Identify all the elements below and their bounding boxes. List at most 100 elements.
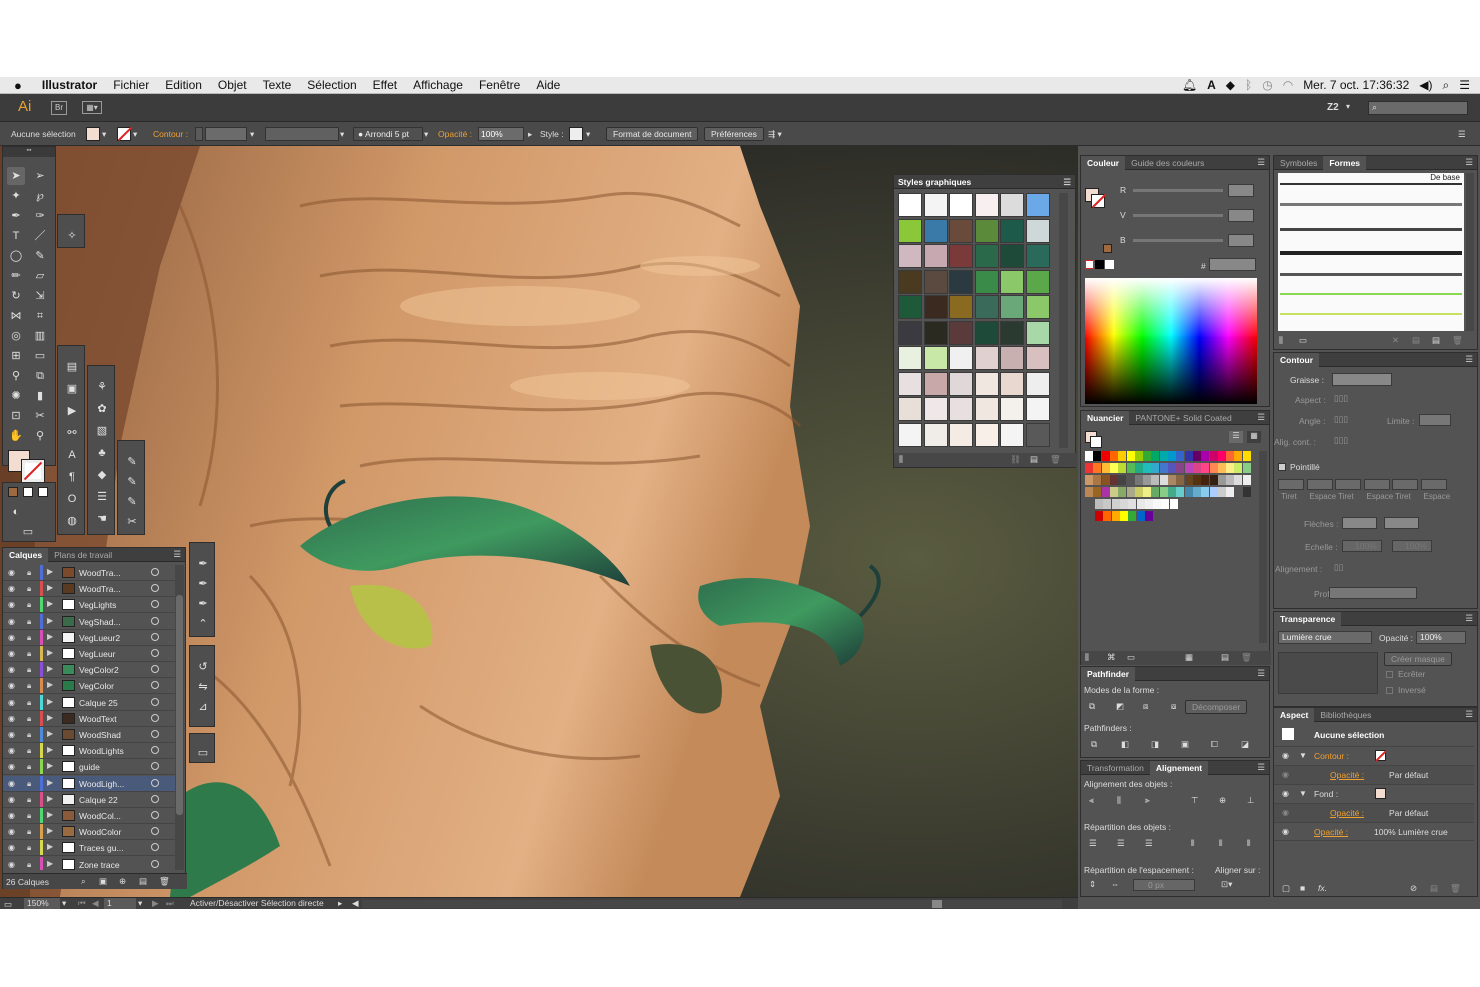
contour-twirl-icon[interactable]: ▼ <box>1299 751 1307 760</box>
color-swatch[interactable] <box>1093 451 1102 461</box>
graphic-style-swatch[interactable] <box>1025 422 1050 447</box>
color-swatch[interactable] <box>1101 463 1110 473</box>
clipping-mask-icon[interactable]: ▣ <box>99 876 107 887</box>
merge-icon[interactable]: ◨ <box>1151 739 1159 750</box>
graphic-style-swatch[interactable] <box>974 218 999 243</box>
flyout-doc-icon[interactable]: ▤ <box>63 358 81 376</box>
layer-lock-icon[interactable]: 🔒︎ <box>27 617 31 627</box>
color-swatch[interactable] <box>1234 451 1243 461</box>
color-swatch[interactable] <box>1111 511 1120 521</box>
notification-bell-icon[interactable]: 🔔︎ <box>1182 78 1197 92</box>
graphic-style-swatch[interactable] <box>1025 218 1050 243</box>
opacity3-eye-icon[interactable]: ◉ <box>1282 827 1289 836</box>
layer-expand-icon[interactable]: ▶ <box>47 842 53 851</box>
align-stroke-icons[interactable]: ▯▯▯ <box>1334 435 1348 446</box>
graphic-style-swatch[interactable] <box>949 244 973 268</box>
color-swatch[interactable] <box>1093 463 1102 473</box>
outline-icon[interactable]: ⧠ <box>1211 739 1218 750</box>
layer-name[interactable]: WoodColor <box>79 827 121 837</box>
layer-visibility-eye-icon[interactable]: ◉ <box>8 779 18 788</box>
tab-pantone[interactable]: PANTONE+ Solid Coated <box>1129 413 1237 423</box>
flyout-style-icon[interactable]: ▧ <box>93 422 111 440</box>
color-swatch[interactable] <box>1085 463 1093 473</box>
scroll-left-icon[interactable]: ◀ <box>352 898 359 909</box>
color-swatch[interactable] <box>1209 487 1218 497</box>
tab-aspect[interactable]: Aspect <box>1274 707 1315 722</box>
brush-row-7[interactable] <box>1280 313 1462 315</box>
layer-target-icon[interactable] <box>151 713 159 722</box>
grid-view-icon[interactable]: ▦ <box>1247 431 1261 443</box>
line-tool-icon[interactable]: ／ <box>31 227 49 245</box>
lasso-tool-icon[interactable]: ℘ <box>31 187 49 205</box>
align-left-icon[interactable]: ⫷ <box>1089 795 1094 806</box>
locate-object-icon[interactable]: ⌕ <box>81 876 86 887</box>
graphic-style-swatch[interactable] <box>898 346 922 370</box>
preferences-button[interactable]: Préférences <box>704 127 764 141</box>
layer-visibility-eye-icon[interactable]: ◉ <box>8 633 18 642</box>
layers-panel-menu-icon[interactable]: ☰ <box>173 549 185 560</box>
graphic-style-swatch[interactable] <box>974 397 999 421</box>
graphic-style-swatch[interactable] <box>949 371 973 396</box>
add-fill-icon[interactable]: ■ <box>1300 883 1305 893</box>
layer-name[interactable]: Traces gu... <box>79 843 124 853</box>
layer-target-icon[interactable] <box>151 762 159 771</box>
layer-lock-icon[interactable]: 🔒︎ <box>27 827 31 837</box>
none-mode-button[interactable] <box>38 487 48 497</box>
color-swatch[interactable] <box>1136 511 1145 521</box>
dashed-checkbox[interactable] <box>1278 463 1286 471</box>
delete-brush-icon[interactable]: 🗑︎ <box>1452 335 1463 346</box>
black-color-swatch[interactable] <box>1095 260 1104 269</box>
color-stroke-swatch[interactable] <box>1091 193 1107 209</box>
color-swatch[interactable] <box>1242 451 1251 461</box>
layer-expand-icon[interactable]: ▶ <box>47 826 53 835</box>
layer-row[interactable]: ◉ 🔒︎ ▶ WoodColor <box>3 824 175 841</box>
align-vcenter-icon[interactable]: ⊕ <box>1219 795 1226 806</box>
limit-field[interactable] <box>1419 414 1451 426</box>
layer-row[interactable]: ◉ 🔒︎ ▶ WoodTra... <box>3 581 175 598</box>
layer-visibility-eye-icon[interactable]: ◉ <box>8 795 18 804</box>
dash-field[interactable] <box>1278 479 1304 490</box>
arrange-icon[interactable]: ⇶ ▾ <box>768 127 782 141</box>
layer-row[interactable]: ◉ 🔒︎ ▶ WoodLights <box>3 743 175 760</box>
horizontal-spacing-icon[interactable]: ⇔ <box>1111 879 1120 889</box>
bridge-button[interactable]: Br <box>51 101 67 115</box>
graphic-style-swatch[interactable] <box>1025 397 1050 421</box>
vertical-spacing-icon[interactable]: ⇕ <box>1089 879 1096 890</box>
color-swatch[interactable] <box>1159 475 1168 485</box>
color-swatch[interactable] <box>1176 463 1185 473</box>
type-tool-icon[interactable]: T <box>7 227 25 245</box>
flyout-pen1-icon[interactable]: ✒ <box>194 555 212 573</box>
graphic-style-swatch[interactable] <box>923 422 948 447</box>
layer-name[interactable]: WoodLights <box>79 746 124 756</box>
color-swatch[interactable] <box>1093 475 1102 485</box>
color-swatch[interactable] <box>1119 499 1128 509</box>
layer-visibility-eye-icon[interactable]: ◉ <box>8 617 18 626</box>
zoom-chevron-icon[interactable]: ▾ <box>62 898 66 909</box>
color-swatch[interactable] <box>1184 487 1193 497</box>
prev-artboard-icon[interactable]: ◀ <box>92 898 99 909</box>
layer-lock-icon[interactable]: 🔒︎ <box>27 762 31 772</box>
layer-row[interactable]: ◉ 🔒︎ ▶ WoodTra... <box>3 565 175 581</box>
workspace-switcher[interactable]: Z2 <box>1327 102 1339 113</box>
tab-formes[interactable]: Formes <box>1323 155 1367 170</box>
layer-visibility-eye-icon[interactable]: ◉ <box>8 730 18 739</box>
graphic-style-swatch[interactable] <box>898 295 922 319</box>
brushes-menu-icon[interactable]: ☰ <box>1465 157 1477 168</box>
color-swatch[interactable] <box>1226 451 1235 461</box>
color-swatch[interactable] <box>1136 499 1145 509</box>
layer-target-icon[interactable] <box>151 697 159 706</box>
menu-affichage[interactable]: Affichage <box>405 78 471 92</box>
cap-buttons-icon[interactable]: ▯▯▯ <box>1334 393 1348 404</box>
layer-row[interactable]: ◉ 🔒︎ ▶ WoodShad <box>3 727 175 743</box>
layer-lock-icon[interactable]: 🔒︎ <box>27 746 31 756</box>
layer-lock-icon[interactable]: 🔒︎ <box>27 730 31 740</box>
gradient-mode-button[interactable] <box>23 487 33 497</box>
flyout-symbol-icon[interactable]: ✿ <box>93 400 111 418</box>
appearance-row-fond[interactable]: ◉ ▼ Fond : <box>1274 784 1474 803</box>
dashed-label[interactable]: Pointillé <box>1290 462 1320 472</box>
brush-row-1[interactable] <box>1280 183 1462 185</box>
color-swatch[interactable] <box>1176 487 1185 497</box>
align-top-icon[interactable]: ⊤ <box>1191 795 1198 806</box>
tab-color-guide[interactable]: Guide des couleurs <box>1125 158 1210 168</box>
layer-expand-icon[interactable]: ▶ <box>47 616 53 625</box>
